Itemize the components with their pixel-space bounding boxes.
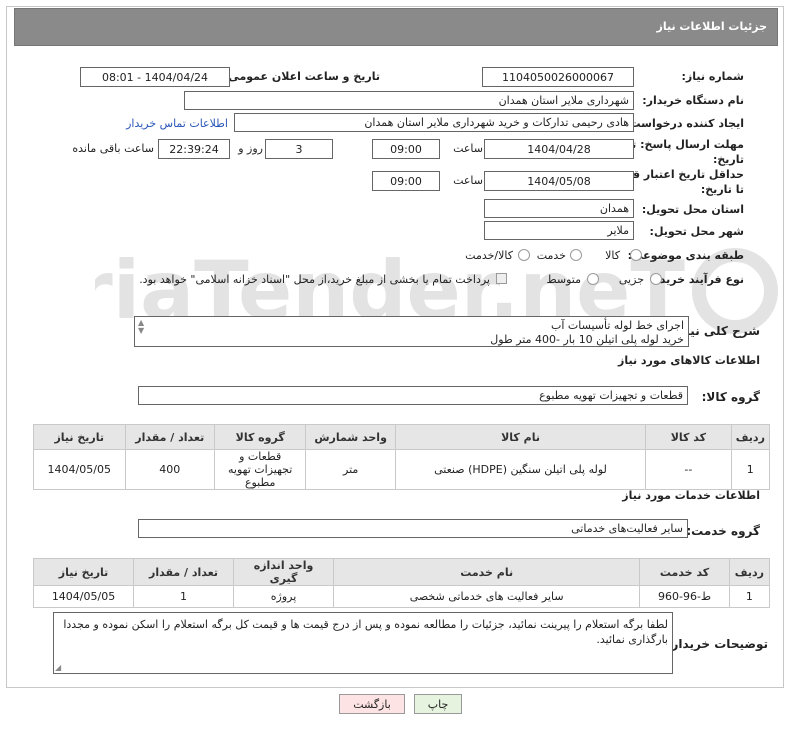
city-label: شهر محل تحویل: — [649, 225, 744, 238]
goods-table: ردیف کد کالا نام کالا واحد شمارش گروه کا… — [33, 424, 771, 490]
goods-cell-qty: 400 — [124, 449, 215, 490]
services-section-title: اطلاعات خدمات مورد نیاز — [622, 489, 760, 502]
print-button[interactable]: چاپ — [414, 694, 462, 714]
goods-col-code: کد کالا — [645, 424, 732, 450]
category-option-goods: کالا — [605, 249, 620, 262]
treasury-note: پرداخت تمام یا بخشی از مبلغ خرید،از محل … — [139, 273, 490, 286]
services-col-name: نام خدمت — [333, 558, 641, 586]
page-title-bar: جزئیات اطلاعات نیاز — [14, 8, 778, 46]
services-group-label: گروه خدمت: — [686, 524, 760, 538]
requester-field: هادی رحیمی تدارکات و خرید شهرداری ملایر … — [234, 113, 634, 132]
category-option-service: خدمت — [536, 249, 566, 262]
services-group-field: سایر فعالیت‌های خدماتی — [138, 519, 688, 538]
back-button[interactable]: بازگشت — [339, 694, 405, 714]
summary-line-1: اجرای خط لوله تأسیسات آب — [551, 319, 684, 332]
deadline-days-field: 3 — [265, 139, 333, 159]
services-col-date: تاریخ نیاز — [32, 558, 135, 586]
deadline-date-field: 1404/04/28 — [484, 139, 634, 159]
deadline-time-field: 09:00 — [372, 139, 440, 159]
process-radio-minor[interactable] — [650, 273, 662, 285]
province-label: استان محل تحویل: — [641, 203, 744, 216]
services-cell-row: 1 — [728, 585, 771, 608]
services-col-code: کد خدمت — [639, 558, 730, 586]
need-number-label: شماره نیاز: — [681, 70, 744, 83]
goods-cell-group: قطعات و تجهیزات تهویه مطبوع — [213, 449, 307, 490]
process-radio-medium[interactable] — [587, 273, 599, 285]
services-table-header: ردیف کد خدمت نام خدمت واحد اندازه گیری ت… — [32, 558, 771, 586]
goods-group-field: قطعات و تجهیزات تهویه مطبوع — [138, 386, 688, 405]
city-field: ملایر — [484, 221, 634, 240]
buyer-contact-link[interactable]: اطلاعات تماس خریدار — [126, 117, 228, 130]
goods-col-group: گروه کالا — [213, 424, 307, 450]
goods-col-qty: تعداد / مقدار — [124, 424, 215, 450]
summary-line-2: خرید لوله پلی اتیلن 10 بار -400 متر طول — [490, 333, 684, 346]
services-col-qty: تعداد / مقدار — [133, 558, 235, 586]
table-row: 1 ط-96-960 سایر فعالیت های خدماتی شخصی پ… — [32, 585, 771, 608]
announce-label: تاریخ و ساعت اعلان عمومی: — [223, 70, 380, 83]
deadline-time-label: ساعت — [453, 142, 483, 155]
remaining-time-label: ساعت باقی مانده — [72, 142, 154, 155]
goods-group-label: گروه کالا: — [701, 390, 760, 404]
process-label: نوع فرآیند خرید : — [651, 273, 744, 286]
goods-cell-code: -- — [645, 449, 732, 490]
services-cell-unit: پروژه — [233, 585, 335, 608]
textarea-scroll-arrows-icon[interactable]: ▲ ▼ — [138, 319, 144, 335]
min-validity-time-field: 09:00 — [372, 171, 440, 191]
announce-field: 1404/04/24 - 08:01 — [80, 67, 230, 87]
process-option-medium: متوسط — [546, 273, 581, 286]
goods-cell-date: 1404/05/05 — [33, 449, 126, 490]
goods-cell-unit: متر — [305, 449, 396, 490]
table-row: 1 -- لوله پلی اتیلن سنگین (HDPE) صنعتی م… — [33, 449, 771, 490]
page-title: جزئیات اطلاعات نیاز — [656, 20, 768, 33]
services-table: ردیف کد خدمت نام خدمت واحد اندازه گیری ت… — [32, 558, 771, 608]
goods-table-header: ردیف کد کالا نام کالا واحد شمارش گروه کا… — [33, 424, 771, 450]
need-number-field: 1104050026000067 — [482, 67, 634, 87]
goods-cell-name: لوله پلی اتیلن سنگین (HDPE) صنعتی — [394, 449, 647, 490]
goods-section-title: اطلاعات کالاهای مورد نیاز — [618, 354, 760, 367]
services-cell-name: سایر فعالیت های خدماتی شخصی — [333, 585, 641, 608]
summary-textarea[interactable]: ▲ ▼ اجرای خط لوله تأسیسات آب خرید لوله پل… — [134, 316, 689, 347]
services-col-row: ردیف — [728, 558, 771, 586]
category-radio-goods[interactable] — [630, 249, 642, 261]
buyer-notes-text: لطفا برگه استعلام را پیرینت نمائید، جزئی… — [63, 618, 668, 646]
goods-col-date: تاریخ نیاز — [33, 424, 126, 450]
resize-grip-icon[interactable]: ◢ — [55, 663, 61, 672]
services-cell-qty: 1 — [133, 585, 235, 608]
category-radio-goods-service[interactable] — [518, 249, 530, 261]
treasury-checkbox[interactable] — [496, 273, 507, 284]
services-col-unit: واحد اندازه گیری — [233, 558, 335, 586]
goods-col-name: نام کالا — [394, 424, 647, 450]
requester-label: ایجاد کننده درخواست: — [625, 117, 744, 130]
deadline-days-label: روز و — [238, 142, 263, 155]
buyer-notes-textarea[interactable]: لطفا برگه استعلام را پیرینت نمائید، جزئی… — [53, 612, 673, 674]
deadline-label: مهلت ارسال پاسخ: تا تاریخ: — [628, 138, 744, 166]
remaining-time-field: 22:39:24 — [158, 139, 230, 159]
buyer-org-field: شهرداری ملایر استان همدان — [184, 91, 634, 110]
goods-col-unit: واحد شمارش — [305, 424, 396, 450]
services-cell-date: 1404/05/05 — [32, 585, 135, 608]
buyer-notes-label: توضیحات خریدار: — [666, 637, 768, 651]
min-validity-time-label: ساعت — [453, 174, 483, 187]
min-validity-date-field: 1404/05/08 — [484, 171, 634, 191]
category-radio-service[interactable] — [570, 249, 582, 261]
services-cell-code: ط-96-960 — [639, 585, 730, 608]
process-option-minor: جزیی — [618, 273, 644, 286]
goods-col-row: ردیف — [730, 424, 771, 450]
buyer-org-label: نام دستگاه خریدار: — [642, 94, 744, 107]
category-option-goods-service: کالا/خدمت — [465, 249, 513, 262]
category-label: طبقه بندی موضوعی: — [627, 249, 744, 262]
goods-cell-row: 1 — [730, 449, 771, 490]
province-field: همدان — [484, 199, 634, 218]
